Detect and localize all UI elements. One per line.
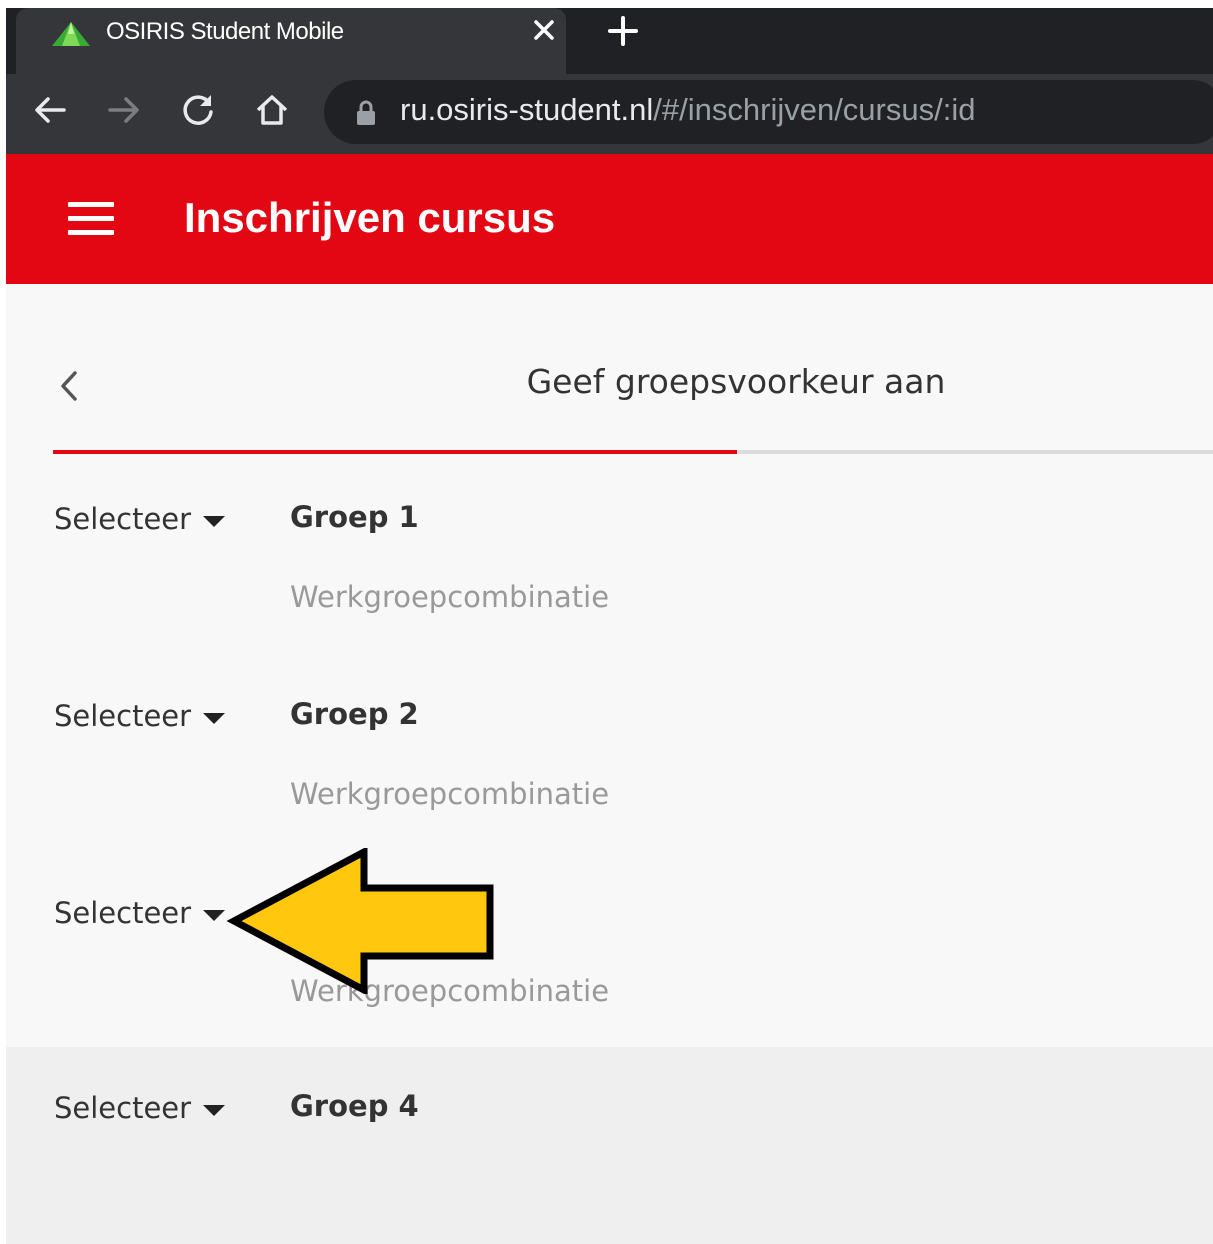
osiris-logo-icon: [52, 22, 90, 46]
progress-bar-fill: [53, 450, 738, 454]
main-content: Geef groepsvoorkeur aan Selecteer Groep …: [6, 284, 1213, 1244]
progress-bar: [53, 450, 1213, 454]
group-row: Selecteer Groep 4: [6, 1047, 1213, 1244]
chevron-left-icon[interactable]: [56, 368, 82, 404]
address-bar[interactable]: ru.osiris-student.nl/#/inschrijven/cursu…: [324, 80, 1213, 144]
back-arrow-icon[interactable]: [30, 90, 70, 130]
group-subtitle: Werkgroepcombinatie: [290, 580, 610, 614]
annotation-arrow-icon: [226, 848, 494, 994]
browser-tab[interactable]: OSIRIS Student Mobile: [16, 8, 566, 74]
select-label: Selecteer: [54, 1091, 192, 1125]
group-row: Selecteer Groep 1 Werkgroepcombinatie: [6, 484, 1213, 681]
group-select-dropdown[interactable]: Selecteer: [54, 699, 226, 733]
step-title: Geef groepsvoorkeur aan: [526, 362, 946, 401]
browser-toolbar: ru.osiris-student.nl/#/inschrijven/cursu…: [6, 74, 1213, 154]
caret-down-icon: [203, 712, 226, 724]
close-icon[interactable]: [528, 14, 560, 46]
url-host: ru.osiris-student.nl: [400, 92, 654, 127]
group-name: Groep 1: [290, 500, 419, 534]
group-name: Groep 4: [290, 1089, 419, 1123]
tab-title: OSIRIS Student Mobile: [106, 18, 344, 45]
caret-down-icon: [203, 515, 226, 527]
page-title: Inschrijven cursus: [184, 194, 556, 241]
group-select-dropdown[interactable]: Selecteer: [54, 896, 226, 930]
home-icon[interactable]: [252, 90, 292, 130]
group-select-dropdown[interactable]: Selecteer: [54, 1091, 226, 1125]
url-path: /#/inschrijven/cursus/:id: [653, 92, 976, 127]
select-label: Selecteer: [54, 699, 192, 733]
select-label: Selecteer: [54, 502, 192, 536]
group-row: Selecteer Werkgroepcombinatie: [6, 878, 1213, 1075]
select-label: Selecteer: [54, 896, 192, 930]
url-text: ru.osiris-student.nl/#/inschrijven/cursu…: [400, 92, 975, 128]
lock-icon: [357, 100, 375, 125]
new-tab-plus-icon[interactable]: [606, 14, 640, 48]
group-name: Groep 2: [290, 697, 419, 731]
group-select-dropdown[interactable]: Selecteer: [54, 502, 226, 536]
reload-icon[interactable]: [178, 90, 218, 130]
caret-down-icon: [203, 909, 226, 921]
forward-arrow-icon[interactable]: [104, 90, 144, 130]
hamburger-menu-icon[interactable]: [68, 202, 114, 236]
group-subtitle: Werkgroepcombinatie: [290, 777, 610, 811]
caret-down-icon: [203, 1104, 226, 1116]
group-row: Selecteer Groep 2 Werkgroepcombinatie: [6, 681, 1213, 878]
app-header: Inschrijven cursus: [6, 154, 1213, 284]
browser-chrome: OSIRIS Student Mobile ru.osiris-student.…: [6, 8, 1213, 154]
